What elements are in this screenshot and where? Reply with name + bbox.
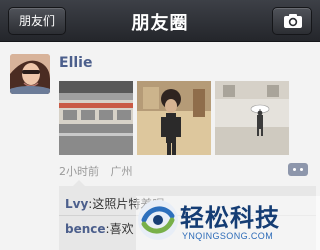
photo-2[interactable]: [137, 81, 211, 155]
comment-author[interactable]: Lvy: [65, 197, 88, 211]
avatar[interactable]: [10, 54, 50, 94]
navbar: 朋友们 朋友圈: [0, 0, 320, 42]
watermark-url: YNQINGSONG.COM: [182, 231, 274, 241]
comment-row[interactable]: bence:喜欢: [65, 220, 134, 237]
watermark: 轻松科技 YNQINGSONG.COM: [136, 196, 320, 250]
watermark-text: 轻松科技: [180, 204, 280, 232]
post-meta: 2小时前 广州: [59, 163, 141, 179]
post-location[interactable]: 广州: [111, 165, 133, 178]
post-time: 2小时前: [59, 165, 99, 178]
watermark-logo-icon: [138, 200, 178, 240]
comment-icon[interactable]: [288, 163, 308, 176]
post-author[interactable]: Ellie: [59, 55, 92, 71]
comment-author[interactable]: bence: [65, 222, 106, 236]
camera-button[interactable]: [272, 7, 312, 35]
camera-icon: [284, 14, 302, 28]
photo-3[interactable]: [215, 81, 289, 155]
photo-1[interactable]: [59, 81, 133, 155]
comment-text: 喜欢: [109, 222, 134, 236]
